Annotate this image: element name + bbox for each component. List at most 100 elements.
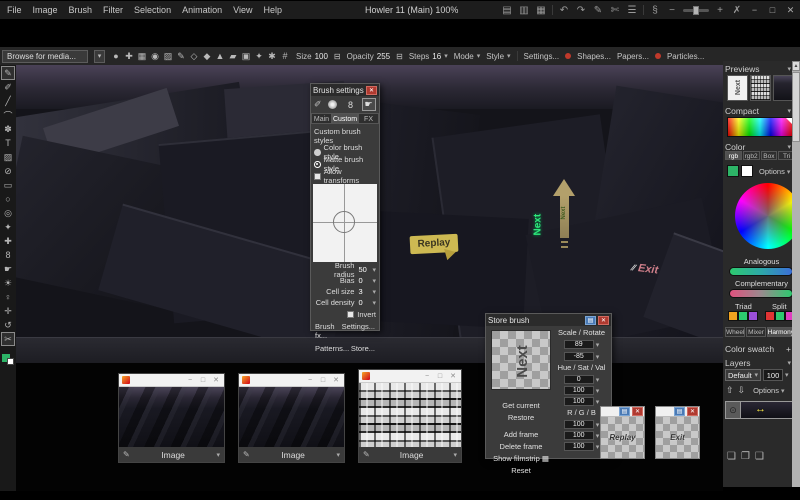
noise-preview-thumb[interactable]	[750, 75, 771, 101]
pin-panel-icon[interactable]: ▤	[585, 316, 596, 325]
image-window-1[interactable]: − □ ✕ ✎ Image ▾	[118, 373, 225, 463]
pencil-icon[interactable]: ✎	[243, 450, 250, 459]
ellipse-tool[interactable]: ⊘	[1, 164, 15, 178]
split-swatch[interactable]	[775, 311, 785, 321]
close-button[interactable]: ✕	[784, 5, 797, 16]
zoom-slider-thumb[interactable]	[693, 6, 699, 15]
cut-icon[interactable]: ✄	[609, 5, 621, 16]
close-icon[interactable]: ✕	[448, 372, 458, 380]
secondary-color-swatch[interactable]	[7, 358, 14, 365]
patterns-button[interactable]: Patterns...	[315, 344, 349, 353]
minimize-button[interactable]: −	[748, 5, 761, 15]
zoom-out-icon[interactable]: −	[666, 5, 678, 16]
preset-star[interactable]: ✦	[254, 51, 264, 62]
dual-brush-button[interactable]: 8	[344, 98, 358, 111]
menu-item[interactable]: Help	[263, 5, 282, 15]
color-wheel[interactable]	[735, 183, 800, 249]
opacity-control[interactable]: Opacity 255	[347, 52, 390, 61]
previews-header[interactable]: Previews ▾	[725, 63, 791, 74]
show-filmstrip-button[interactable]: Show filmstrip ▦	[491, 453, 551, 465]
eyedropper-tool[interactable]: ✦	[1, 220, 15, 234]
dropdown-icon[interactable]: ▾	[372, 277, 376, 285]
layout-split-icon[interactable]: ▥	[518, 5, 530, 16]
compact-header[interactable]: Compact ▾	[725, 105, 791, 116]
pin-panel-icon[interactable]: ▤	[619, 407, 630, 416]
style-dropdown[interactable]: Style ▾	[486, 52, 510, 61]
add-frame-button[interactable]: Add frame	[491, 429, 551, 441]
triad-swatch[interactable]	[748, 311, 758, 321]
compact-color-picker[interactable]	[727, 117, 793, 137]
collapse-icon[interactable]: ▾	[787, 107, 791, 115]
dropdown-icon[interactable]: ▾	[596, 376, 600, 384]
size-control[interactable]: Size 100	[296, 52, 328, 61]
pin-panel-icon[interactable]: ▤	[674, 407, 685, 416]
preset-diamond[interactable]: ◇	[189, 51, 199, 62]
image-window-titlebar[interactable]: − □ ✕	[119, 374, 224, 387]
layer-down-icon[interactable]: ⇩	[738, 385, 746, 396]
menu-item[interactable]: Image	[33, 5, 58, 15]
pen-pressure-icon[interactable]: ✗	[731, 5, 743, 16]
pin-tool[interactable]: ✚	[1, 234, 15, 248]
gradient-tool[interactable]: ▨	[1, 150, 15, 164]
preset-cross[interactable]: ✚	[124, 51, 134, 62]
preset-pen[interactable]: ✎	[176, 51, 186, 62]
circle-tool[interactable]: ○	[1, 192, 15, 206]
close-icon[interactable]: ✕	[687, 407, 698, 416]
text-tool[interactable]: T	[1, 136, 15, 150]
scroll-up-arrow[interactable]: ▲	[792, 61, 800, 71]
tab-mixer[interactable]: Mixer	[746, 327, 765, 337]
zoom-slider[interactable]	[683, 9, 709, 12]
cut-tool[interactable]: ✂	[1, 332, 15, 346]
split-swatch[interactable]	[765, 311, 775, 321]
scale-value[interactable]: 89	[564, 340, 594, 349]
replay-brush-window[interactable]: ▤ ✕ Replay	[600, 406, 645, 459]
rectangle-tool[interactable]: ▭	[1, 178, 15, 192]
brush-radius[interactable]: Brush radius 50 ▾	[311, 264, 379, 275]
undo-icon[interactable]: ↶	[558, 5, 570, 16]
maximize-icon[interactable]: □	[198, 377, 208, 384]
shapes-button[interactable]: Shapes...	[577, 52, 611, 61]
sidebar-scrollbar[interactable]: ▲	[792, 61, 800, 487]
rgb-value[interactable]: 100	[564, 442, 594, 451]
hsv-value-control[interactable]: 100 ▾	[554, 385, 609, 396]
dropdown-icon[interactable]: ▾	[596, 353, 600, 361]
layout-grid-icon[interactable]: ▦	[535, 5, 547, 16]
triad-swatch[interactable]	[728, 311, 738, 321]
magnify-tool[interactable]: ◎	[1, 206, 15, 220]
reset-button[interactable]: Reset	[491, 465, 551, 477]
dropdown-icon[interactable]: ▾	[596, 387, 600, 395]
dropdown-icon[interactable]: ▾	[372, 266, 376, 274]
mini-window-titlebar[interactable]: ▤ ✕	[656, 407, 699, 417]
pencil-icon[interactable]: ✎	[123, 450, 130, 459]
menu-item[interactable]: Selection	[134, 5, 171, 15]
scrollbar-thumb[interactable]	[792, 72, 800, 142]
layout-single-icon[interactable]: ▤	[501, 5, 513, 16]
brush-preview-thumb[interactable]: Next	[727, 75, 748, 101]
list-icon[interactable]: ☰	[626, 5, 638, 16]
close-icon[interactable]: ✕	[331, 376, 341, 384]
scene-preview-thumb[interactable]	[773, 75, 794, 101]
collapse-icon[interactable]: ▾	[787, 359, 791, 367]
dropdown-icon[interactable]: ▾	[372, 299, 376, 307]
tab-rgb[interactable]: rgb	[725, 151, 742, 160]
image-thumbnail[interactable]	[239, 387, 344, 447]
close-icon[interactable]: ✕	[632, 407, 643, 416]
image-window-titlebar[interactable]: − □ ✕	[239, 374, 344, 387]
minimize-icon[interactable]: −	[422, 373, 432, 380]
tab-wheel[interactable]: Wheel	[725, 327, 745, 337]
store-brush-titlebar[interactable]: Store brush ▤ ✕	[486, 314, 611, 326]
tab-main[interactable]: Main	[311, 113, 332, 124]
get-current-button[interactable]: Get current	[491, 400, 551, 412]
add-swatch-icon[interactable]: +	[786, 344, 791, 354]
bias[interactable]: Bias 0 ▾	[311, 275, 379, 286]
menu-item[interactable]: File	[7, 5, 22, 15]
preset-diamond-solid[interactable]: ◆	[202, 51, 212, 62]
round-brush-button[interactable]	[326, 98, 340, 111]
hsv-value[interactable]: 100	[564, 386, 594, 395]
minimize-icon[interactable]: −	[305, 377, 315, 384]
preset-target[interactable]: ◉	[150, 51, 160, 62]
settings-button[interactable]: Settings...	[342, 322, 375, 340]
preset-round[interactable]: ●	[111, 51, 121, 62]
collapse-icon[interactable]: ▾	[787, 65, 791, 73]
restore-button[interactable]: Restore	[491, 412, 551, 424]
